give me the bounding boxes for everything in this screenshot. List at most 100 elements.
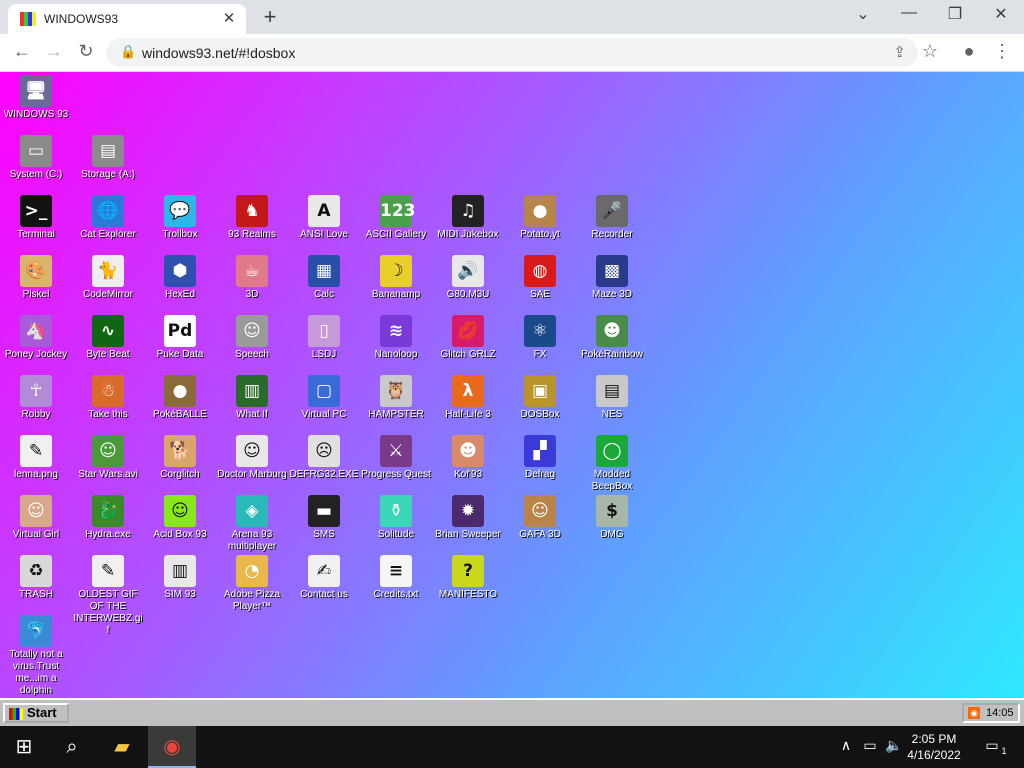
desktop-icon[interactable]: 🐉 Hydra.exe [72,495,144,541]
desktop-icon[interactable]: ☕ 3D [216,255,288,301]
desktop-icon[interactable]: 🦉 HAMPSTER [360,375,432,421]
desktop-icon[interactable]: ≡ Credits.txt [360,555,432,601]
desktop-icon[interactable]: ▤ Storage (A:) [72,135,144,181]
desktop-icon[interactable]: ◍ SAE [504,255,576,301]
desktop-icon[interactable]: ♫ MIDI Jukebox [432,195,504,241]
share-icon[interactable]: ⇪ [893,43,906,61]
desktop-icon[interactable]: A ANSI Love [288,195,360,241]
desktop-icon[interactable]: 🐕 Corglitch [144,435,216,481]
desktop-icon[interactable]: ▞ Defrag [504,435,576,481]
desktop-icon[interactable]: >_ Terminal [0,195,72,241]
tab-close-icon[interactable]: ✕ [220,9,238,27]
desktop-icon[interactable]: ♞ 93 Realms [216,195,288,241]
desktop-icon[interactable]: ☹ DEFRG32.EXE [288,435,360,481]
desktop-icon[interactable]: $ DMG [576,495,648,541]
desktop-icon[interactable]: ✎ lenna.png [0,435,72,481]
browser-toolbar: ← → ↻ 🔒 windows93.net/#!dosbox ⇪ ☆ ● ⋮ [0,34,1024,72]
desktop-icon[interactable]: ☺ Speech [216,315,288,361]
desktop-icon[interactable]: ▬ SMS [288,495,360,541]
network-icon[interactable]: ▭ [860,737,880,754]
desktop-icon[interactable]: ☻ PokéRainbow [576,315,648,361]
trash-icon: ♻ [20,555,52,587]
profile-icon[interactable]: ● [958,41,980,62]
desktop-icon[interactable]: 💋 Glitch GRLZ [432,315,504,361]
desktop-icon[interactable]: ☺ Star Wars.avi [72,435,144,481]
url-text[interactable]: windows93.net/#!dosbox [142,45,295,61]
desktop-icon[interactable]: ⚛ FX [504,315,576,361]
desktop-icon[interactable]: ☥ Robby [0,375,72,421]
desktop-icon[interactable]: 💬 Trollbox [144,195,216,241]
desktop-icon[interactable]: ∿ Byte Beat [72,315,144,361]
notification-count: 1 [1001,746,1007,756]
desktop-icon[interactable]: 🐈 CodeMirror [72,255,144,301]
desktop-icon[interactable]: ☽ Bananamp [360,255,432,301]
desktop-icon[interactable]: ⚱ Solitude [360,495,432,541]
browser-menu-icon[interactable]: ⋮ [991,41,1013,62]
desktop-icon[interactable]: ● Potato.yt [504,195,576,241]
desktop-icon[interactable]: ✎ OLDEST GIF OF THE INTERWEBZ.gif [72,555,144,637]
lock-icon[interactable]: 🔒 [120,44,136,60]
desktop-icon[interactable]: Pd Puke Data [144,315,216,361]
restore-button[interactable]: ❐ [940,4,970,24]
desktop-icon[interactable]: ☃ Take this [72,375,144,421]
close-window-button[interactable]: ✕ [986,4,1016,24]
desktop-icon[interactable]: ☻ Kof'93 [432,435,504,481]
desktop-icon[interactable]: ▭ System (C:) [0,135,72,181]
search-icon[interactable]: ⌕ [48,726,96,768]
desktop-icon[interactable]: 🖥 WINDOWS 93 [0,75,72,121]
tray-chevron-icon[interactable]: ∧ [836,737,856,754]
tab-search-dropdown-icon[interactable]: ⌄ [848,4,878,24]
desktop-icon[interactable]: ⚔ Progress Quest [360,435,432,481]
desktop-icon[interactable]: ≋ Nanoloop [360,315,432,361]
desktop-icon[interactable]: ☺ Virtual Girl [0,495,72,541]
desktop-icon[interactable]: ▣ DOSBox [504,375,576,421]
minimize-button[interactable]: — [894,4,924,22]
desktop-icon[interactable]: ✍ Contact us [288,555,360,601]
desktop-icon[interactable]: ☺ Acid Box 93 [144,495,216,541]
new-tab-button[interactable]: + [258,4,282,30]
address-bar[interactable]: 🔒 windows93.net/#!dosbox ⇪ [106,38,918,67]
desktop-icon[interactable]: ▤ NES [576,375,648,421]
desktop-icon[interactable]: ☺ GAFA 3D [504,495,576,541]
desktop-icon[interactable]: ▦ Calc [288,255,360,301]
back-button[interactable]: ← [10,41,34,62]
desktop-icon[interactable]: 🎤 Recorder [576,195,648,241]
desktop-icon[interactable]: ◯ Modded BeepBox [576,435,648,493]
windows93-desktop: 🖥 WINDOWS 93 ▭ System (C:) ▤ Storage (A:) >_ Te… [0,72,1024,698]
volume-icon[interactable]: 🔈 [884,737,904,754]
windows-start-icon[interactable]: ⊞ [0,726,48,768]
desktop-icon[interactable]: 🔊 G80.M3U [432,255,504,301]
bookmark-star-icon[interactable]: ☆ [919,41,941,62]
desktop-icon[interactable]: ▩ Maze 3D [576,255,648,301]
w93-start-button[interactable]: Start [3,703,69,723]
chrome-icon[interactable]: ◉ [148,726,196,768]
desktop-icon[interactable]: 123 ASCII Gallery [360,195,432,241]
desktop-icon[interactable]: ▥ What If [216,375,288,421]
desktop-icon[interactable]: λ Half-Life 3 [432,375,504,421]
desktop-icon[interactable]: ▥ SIM 93 [144,555,216,601]
desktop-icon[interactable]: 🎨 Piskel [0,255,72,301]
os-clock[interactable]: 2:05 PM 4/16/2022 [902,731,966,763]
desktop-icon[interactable]: ▢ Virtual PC [288,375,360,421]
desktop-icon-label: G80.M3U [446,289,490,300]
desktop-icon[interactable]: ◔ Adobe Pizza Player™ [216,555,288,613]
forward-button[interactable]: → [42,41,66,62]
desktop-icon[interactable]: 🦄 Poney Jockey [0,315,72,361]
file-explorer-icon[interactable]: ▰ [98,726,146,768]
desktop-icon-label: Recorder [591,229,633,240]
desktop-icon[interactable]: ● PokéBALLE [144,375,216,421]
desktop-icon-label: LSDJ [311,349,337,360]
desktop-icon[interactable]: ? MANIFESTO [432,555,504,601]
browser-tab[interactable]: WINDOWS93 ✕ [8,4,246,34]
desktop-icon[interactable]: ▯ LSDJ [288,315,360,361]
desktop-icon[interactable]: ⬢ HexEd [144,255,216,301]
desktop-icon[interactable]: 🌐 Cat Explorer [72,195,144,241]
rss-icon[interactable]: ◉ [968,707,980,719]
desktop-icon[interactable]: 🐬 Totally not a virus.Trust me...im a dol… [0,615,72,697]
desktop-icon[interactable]: ☺ Doctor Marburg [216,435,288,481]
reload-button[interactable]: ↻ [74,41,98,62]
desktop-icon[interactable]: ✹ Brian Sweeper [432,495,504,541]
dosbox-icon: ▣ [524,375,556,407]
desktop-icon[interactable]: ♻ TRASH [0,555,72,601]
desktop-icon[interactable]: ◈ Arena 93 multiplayer [216,495,288,553]
